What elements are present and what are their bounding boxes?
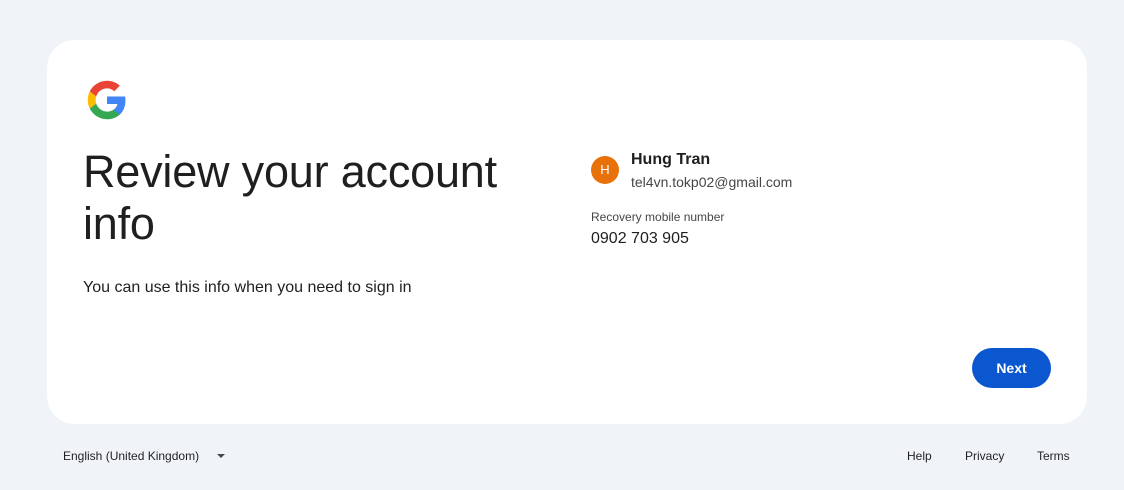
avatar: H — [591, 156, 619, 184]
recovery-phone-value: 0902 703 905 — [591, 230, 689, 247]
page-title: Review your account info — [83, 146, 497, 249]
page-subtitle: You can use this info when you need to s… — [83, 279, 412, 296]
language-label: English (United Kingdom) — [63, 449, 200, 463]
language-selector[interactable]: English (United Kingdom) — [63, 444, 226, 468]
recovery-phone-label: Recovery mobile number — [591, 210, 725, 224]
dropdown-caret-icon — [217, 454, 226, 458]
privacy-link[interactable]: Privacy — [965, 444, 1004, 468]
account-name: Hung Tran — [631, 151, 711, 168]
terms-link[interactable]: Terms — [1037, 444, 1070, 468]
account-email: tel4vn.tokp02@gmail.com — [631, 174, 793, 190]
review-card: Review your account info You can use thi… — [47, 40, 1087, 424]
google-logo-icon — [87, 80, 126, 120]
footer: English (United Kingdom) Help Privacy Te… — [0, 444, 1124, 468]
help-link[interactable]: Help — [907, 444, 932, 468]
next-button[interactable]: Next — [972, 348, 1051, 388]
